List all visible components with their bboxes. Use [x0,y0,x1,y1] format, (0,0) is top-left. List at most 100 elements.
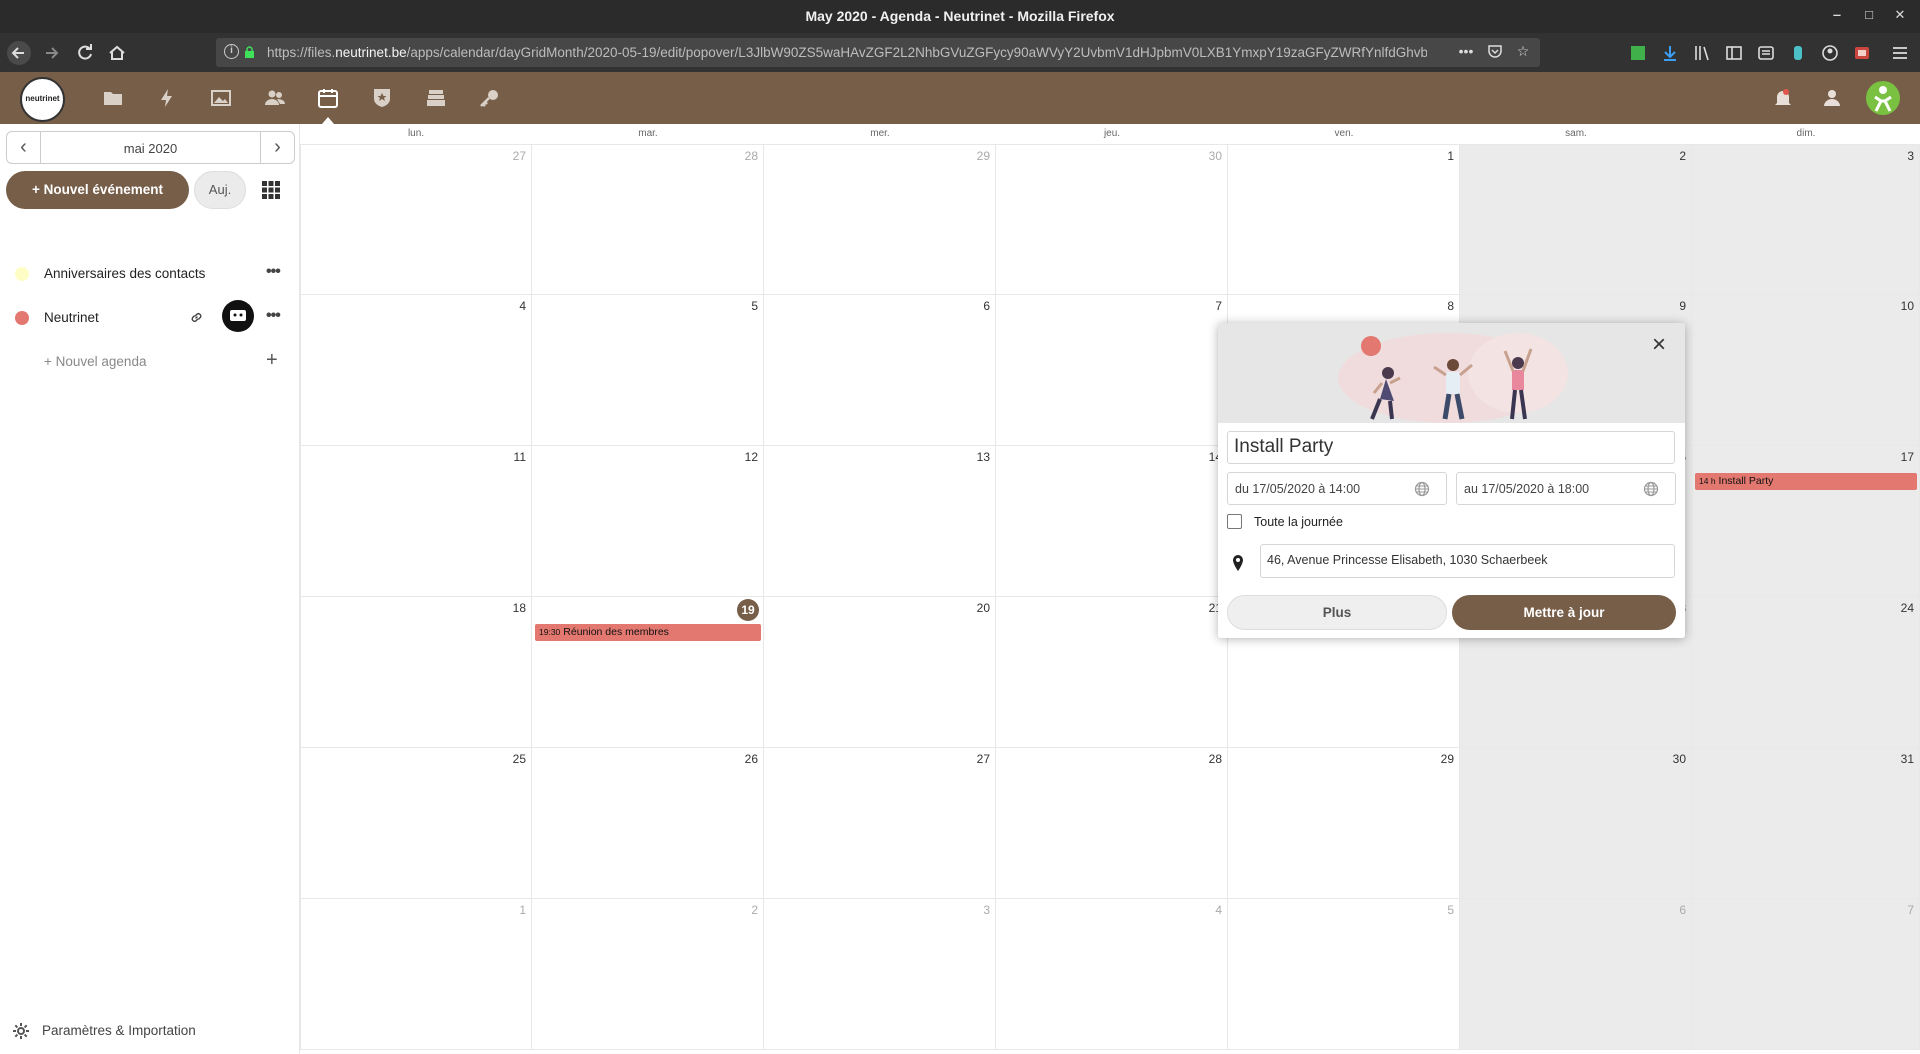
minimize-icon[interactable]: ‒ [1828,7,1846,25]
day-cell[interactable]: 7 [996,295,1228,446]
photos-icon[interactable] [209,86,233,110]
day-cell[interactable]: 25 [300,748,532,899]
extension-green-icon[interactable] [1628,43,1648,63]
day-number[interactable]: 3 [983,903,990,917]
today-day-number[interactable]: 19 [737,599,759,621]
event-title-input[interactable]: Install Party [1227,431,1675,464]
day-number[interactable]: 30 [1209,149,1222,163]
day-cell[interactable]: 18 [300,597,532,748]
day-number[interactable]: 12 [745,450,758,464]
day-number[interactable]: 18 [513,601,526,615]
day-number[interactable]: 5 [751,299,758,313]
calendar-event[interactable]: 19:30 Réunion des membres [535,624,761,641]
close-window-icon[interactable]: ✕ [1891,7,1909,25]
day-number[interactable]: 17 [1901,450,1914,464]
extension-teal-icon[interactable] [1788,43,1808,63]
contacts-icon[interactable] [263,86,287,110]
day-number[interactable]: 3 [1907,149,1914,163]
day-number[interactable]: 4 [1215,903,1222,917]
home-button[interactable] [105,41,129,65]
day-number[interactable]: 10 [1901,299,1914,313]
site-info-icon[interactable]: i [224,44,239,59]
day-cell[interactable]: 30 [996,144,1228,295]
owner-avatar[interactable] [222,300,254,332]
user-avatar[interactable] [1866,81,1900,115]
day-number[interactable]: 2 [1679,149,1686,163]
notifications-icon[interactable] [1771,86,1795,110]
location-input[interactable]: 46, Avenue Princesse Elisabeth, 1030 Sch… [1260,544,1675,578]
bookmark-star-icon[interactable]: ☆ [1513,43,1533,63]
url-bar[interactable]: i https://files.neutrinet.be/apps/calend… [216,38,1540,67]
calendar-item-birthdays[interactable]: Anniversaires des contacts ••• [0,255,300,291]
day-number[interactable]: 5 [1447,903,1454,917]
extension-red-icon[interactable] [1852,43,1872,63]
day-number[interactable]: 20 [977,601,990,615]
day-cell[interactable]: 7 [1692,899,1920,1050]
day-cell[interactable]: 4 [996,899,1228,1050]
calendar-item-neutrinet[interactable]: Neutrinet ••• [0,299,300,335]
day-number[interactable]: 26 [745,752,758,766]
day-number[interactable]: 2 [751,903,758,917]
day-cell[interactable]: 5 [1228,899,1460,1050]
day-number[interactable]: 29 [977,149,990,163]
settings-import-button[interactable]: Paramètres & Importation [12,1020,292,1044]
calendar-event[interactable]: 14 h Install Party [1695,473,1917,490]
day-cell[interactable]: 17 [1692,446,1920,597]
back-button[interactable] [7,41,31,65]
page-actions-icon[interactable]: ••• [1456,43,1476,63]
day-cell[interactable]: 1 [1228,144,1460,295]
day-number[interactable]: 25 [513,752,526,766]
account-icon[interactable] [1820,43,1840,63]
month-label[interactable]: mai 2020 [41,141,260,156]
day-number[interactable]: 9 [1679,299,1686,313]
next-month-button[interactable]: › [260,132,294,163]
day-cell[interactable]: 14 [996,446,1228,597]
day-cell[interactable]: 11 [300,446,532,597]
day-cell[interactable]: 3 [764,899,996,1050]
files-icon[interactable] [101,86,125,110]
library-icon[interactable] [1692,43,1712,63]
day-number[interactable]: 27 [513,149,526,163]
day-cell[interactable]: 28 [996,748,1228,899]
calendar-color-dot[interactable] [15,311,29,325]
previous-month-button[interactable]: ‹ [7,132,41,163]
day-number[interactable]: 7 [1907,903,1914,917]
day-number[interactable]: 31 [1901,752,1914,766]
day-number[interactable]: 28 [1209,752,1222,766]
globe-icon[interactable] [1643,481,1659,497]
day-cell[interactable]: 10 [1692,295,1920,446]
new-calendar-item[interactable]: + Nouvel agenda + [0,343,300,379]
close-popover-icon[interactable]: × [1652,333,1666,357]
menu-hamburger-icon[interactable] [1890,43,1910,63]
more-options-icon[interactable]: ••• [266,307,281,325]
globe-icon[interactable] [1414,481,1430,497]
day-cell[interactable]: 21 [996,597,1228,748]
day-number[interactable]: 6 [983,299,990,313]
day-cell[interactable]: 30 [1460,748,1692,899]
day-number[interactable]: 30 [1673,752,1686,766]
activity-icon[interactable] [155,86,179,110]
forward-button[interactable] [40,41,64,65]
more-options-icon[interactable]: ••• [266,263,281,281]
day-cell[interactable]: 29 [764,144,996,295]
end-datetime-field[interactable]: au 17/05/2020 à 18:00 [1456,472,1676,505]
day-cell[interactable]: 12 [532,446,764,597]
day-cell[interactable]: 31 [1692,748,1920,899]
reader-icon[interactable] [1756,43,1776,63]
day-number[interactable]: 29 [1441,752,1454,766]
day-number[interactable]: 1 [1447,149,1454,163]
day-cell[interactable]: 4 [300,295,532,446]
view-grid-icon[interactable] [262,181,280,199]
badge-icon[interactable] [370,86,394,110]
all-day-toggle[interactable]: Toute la journée [1227,511,1527,533]
neutrinet-logo[interactable]: neutrinet [20,77,65,122]
download-icon[interactable] [1660,43,1680,63]
day-number[interactable]: 28 [745,149,758,163]
day-number[interactable]: 13 [977,450,990,464]
day-cell[interactable]: 29 [1228,748,1460,899]
day-cell[interactable]: 20 [764,597,996,748]
day-cell[interactable]: 24 [1692,597,1920,748]
calendar-color-dot[interactable] [15,267,29,281]
day-cell[interactable]: 2 [532,899,764,1050]
day-number[interactable]: 27 [977,752,990,766]
